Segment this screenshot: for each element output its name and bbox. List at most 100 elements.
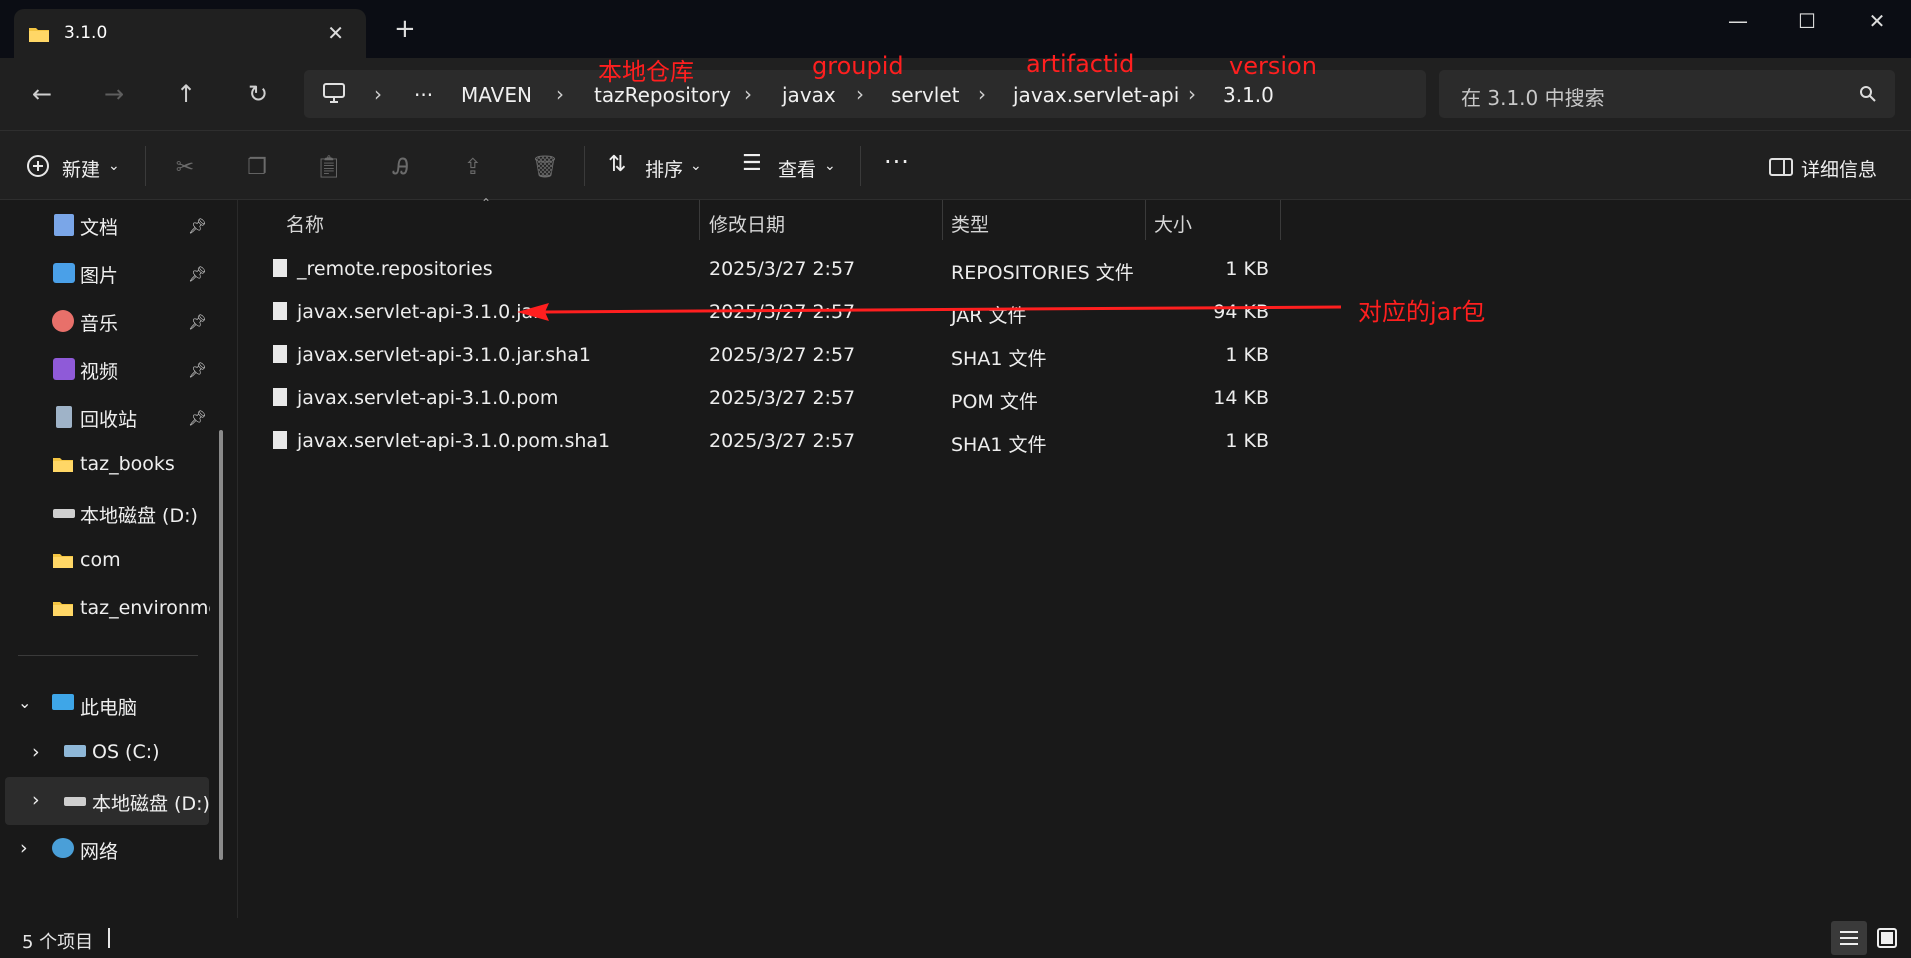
paste-icon[interactable]: 📋︎: [312, 150, 346, 184]
search-icon[interactable]: [1859, 85, 1877, 103]
tab-3-1-0[interactable]: 3.1.0 ✕: [14, 9, 366, 58]
file-name[interactable]: javax.servlet-api-3.1.0.pom: [297, 387, 558, 409]
chevron-right-icon[interactable]: ›: [20, 837, 28, 859]
sidebar-item-os-c[interactable]: OS (C:): [92, 741, 160, 763]
sidebar-item-recycle-bin[interactable]: 回收站: [80, 405, 137, 432]
breadcrumb-separator: ›: [374, 82, 382, 106]
sidebar-item-local-disk-d[interactable]: 本地磁盘 (D:): [80, 501, 198, 528]
copy-icon[interactable]: ❐: [240, 150, 274, 184]
up-button[interactable]: ↑: [170, 78, 202, 110]
file-icon: [273, 431, 287, 449]
maximize-button[interactable]: ☐: [1787, 6, 1827, 36]
toolbar-divider: [145, 146, 146, 186]
sidebar-item-taz-environment[interactable]: taz_environmer: [80, 597, 210, 619]
folder-icon: [53, 458, 73, 472]
search-box[interactable]: 在 3.1.0 中搜索: [1439, 70, 1895, 118]
drive-icon: [64, 797, 86, 806]
view-button[interactable]: 查看: [778, 155, 816, 182]
column-header-size[interactable]: 大小: [1154, 210, 1192, 237]
sidebar-item-this-pc[interactable]: 此电脑: [80, 693, 137, 720]
refresh-button[interactable]: ↻: [242, 78, 274, 110]
breadcrumb-javax[interactable]: javax: [782, 83, 836, 107]
annotation-version: version: [1229, 52, 1317, 80]
file-type: SHA1 文件: [951, 434, 1047, 456]
back-button[interactable]: ←: [26, 78, 58, 110]
column-header-modified[interactable]: 修改日期: [709, 210, 785, 237]
column-separator[interactable]: [699, 200, 700, 240]
minimize-button[interactable]: —: [1718, 6, 1758, 36]
chevron-down-icon[interactable]: ⌄: [824, 158, 836, 174]
sidebar-divider: [18, 655, 198, 656]
column-header-name[interactable]: 名称: [286, 210, 324, 237]
sidebar-item-pictures[interactable]: 图片: [80, 261, 118, 288]
cut-icon[interactable]: ✂: [168, 150, 202, 184]
chevron-down-icon[interactable]: ⌄: [690, 158, 702, 174]
annotation-groupid: groupid: [812, 52, 904, 80]
file-name[interactable]: javax.servlet-api-3.1.0.jar.sha1: [297, 344, 591, 366]
chevron-right-icon[interactable]: ›: [32, 789, 40, 811]
more-options-button[interactable]: ···: [884, 148, 910, 176]
toolbar-divider: [860, 146, 861, 186]
breadcrumb-maven[interactable]: MAVEN: [461, 83, 532, 107]
tiles-view-icon[interactable]: [1876, 927, 1898, 949]
breadcrumb-separator: ›: [744, 82, 752, 106]
sidebar-item-documents[interactable]: 文档: [80, 213, 118, 240]
monitor-icon[interactable]: [322, 82, 346, 104]
new-tab-button[interactable]: +: [394, 16, 416, 42]
column-separator[interactable]: [1280, 200, 1281, 240]
breadcrumb-servlet[interactable]: servlet: [891, 83, 960, 107]
rename-icon[interactable]: Ꭿ: [384, 150, 418, 184]
file-size: 1 KB: [1225, 258, 1269, 280]
sort-icon[interactable]: ⇅: [608, 152, 626, 177]
pin-icon[interactable]: 📌︎: [188, 361, 207, 379]
sidebar-item-music[interactable]: 音乐: [80, 309, 118, 336]
details-pane-icon[interactable]: [1769, 157, 1793, 177]
sidebar-item-local-disk-d-tree[interactable]: 本地磁盘 (D:): [92, 789, 210, 816]
annotation-jar-note: 对应的jar包: [1358, 298, 1486, 326]
sidebar-item-taz-books[interactable]: taz_books: [80, 453, 175, 475]
share-icon[interactable]: ⇪: [456, 150, 490, 184]
breadcrumb-overflow[interactable]: ···: [414, 83, 433, 107]
delete-icon[interactable]: 🗑︎: [528, 150, 562, 184]
file-icon: [273, 345, 287, 363]
pictures-icon: [53, 263, 75, 283]
file-icon: [273, 259, 287, 277]
chevron-down-icon[interactable]: ⌄: [108, 158, 120, 174]
pin-icon[interactable]: 📌︎: [188, 409, 207, 427]
new-button[interactable]: 新建: [62, 155, 100, 182]
network-icon: [52, 838, 74, 858]
chevron-down-icon[interactable]: ⌄: [18, 693, 31, 712]
search-placeholder: 在 3.1.0 中搜索: [1461, 86, 1605, 110]
details-button[interactable]: 详细信息: [1801, 155, 1877, 182]
pin-icon[interactable]: 📌︎: [188, 265, 207, 283]
chevron-right-icon[interactable]: ›: [32, 741, 40, 763]
file-type: POM 文件: [951, 391, 1038, 413]
sidebar-item-com[interactable]: com: [80, 549, 121, 571]
column-separator[interactable]: [942, 200, 943, 240]
view-icon[interactable]: ☰: [742, 151, 762, 176]
forward-button[interactable]: →: [98, 78, 130, 110]
status-bar: [0, 918, 1911, 958]
file-type: SHA1 文件: [951, 348, 1047, 370]
sidebar-item-network[interactable]: 网络: [80, 837, 118, 864]
add-circle-icon[interactable]: [26, 154, 50, 178]
column-separator[interactable]: [1145, 200, 1146, 240]
sidebar-scrollbar[interactable]: [219, 430, 223, 860]
tab-close-icon[interactable]: ✕: [327, 21, 344, 45]
pin-icon[interactable]: 📌︎: [188, 313, 207, 331]
file-name[interactable]: _remote.repositories: [297, 258, 493, 280]
sidebar-item-videos[interactable]: 视频: [80, 357, 118, 384]
file-name[interactable]: javax.servlet-api-3.1.0.jar: [297, 301, 541, 323]
list-view-icon: [1840, 931, 1858, 945]
file-name[interactable]: javax.servlet-api-3.1.0.pom.sha1: [297, 430, 610, 452]
sort-button[interactable]: 排序: [645, 155, 683, 182]
column-header-type[interactable]: 类型: [951, 210, 989, 237]
file-modified: 2025/3/27 2:57: [709, 258, 856, 280]
item-count: 5 个项目: [22, 932, 94, 953]
close-window-button[interactable]: ✕: [1857, 6, 1897, 36]
breadcrumb-javax-servlet-api[interactable]: javax.servlet-api: [1013, 83, 1179, 107]
pin-icon[interactable]: 📌︎: [188, 217, 207, 235]
music-icon: [52, 310, 74, 332]
toolbar-divider: [584, 146, 585, 186]
breadcrumb-3-1-0[interactable]: 3.1.0: [1223, 83, 1274, 107]
